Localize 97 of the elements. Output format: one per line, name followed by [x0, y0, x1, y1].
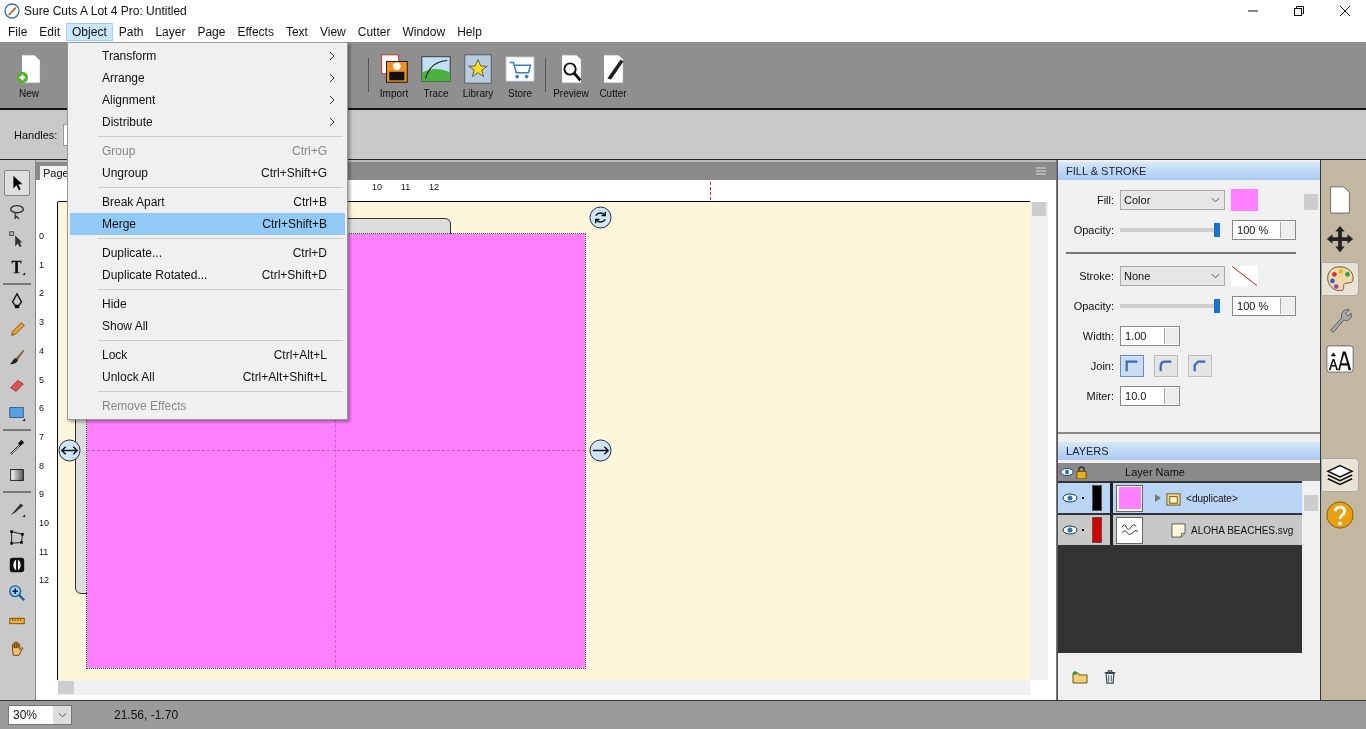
toolbar-button[interactable]: Preview	[550, 51, 592, 99]
horizontal-scrollbar[interactable]	[57, 680, 1030, 695]
chevron-down-icon	[1211, 273, 1221, 279]
menu-item[interactable]: Show All	[70, 315, 345, 337]
path-nodes-icon	[8, 528, 27, 546]
padlock-icon	[1076, 465, 1088, 479]
new-folder-icon[interactable]	[1072, 669, 1089, 684]
chevron-down-icon	[1211, 197, 1221, 203]
menu-item[interactable]: Text	[279, 23, 314, 41]
fill-color-swatch[interactable]	[1231, 189, 1259, 211]
menu-item[interactable]: Help	[451, 23, 488, 41]
lasso-icon	[8, 202, 27, 220]
menu-item[interactable]: Effects	[231, 23, 280, 41]
toolbar-button[interactable]: New	[8, 51, 50, 99]
opacity-label: Opacity:	[1072, 224, 1115, 236]
handles-label: Handles:	[14, 128, 58, 141]
eyedropper-icon	[8, 438, 27, 456]
menu-item[interactable]: Unlock All Ctrl+Alt+Shift+L	[70, 366, 345, 388]
menu-item[interactable]: Duplicate Rotated... Ctrl+Shift+D	[70, 264, 345, 286]
width-spinbox[interactable]: 1.00	[1120, 326, 1181, 346]
layer-name: ALOHA BEACHES.svg	[1191, 524, 1294, 536]
toolbar-button[interactable]: Library	[457, 51, 499, 99]
maximize-icon[interactable]	[1294, 6, 1304, 16]
panel-tab[interactable]	[1321, 458, 1360, 492]
panel-header: FILL & STROKE	[1058, 162, 1321, 180]
window-title: Sure Cuts A Lot 4 Pro: Untitled	[24, 4, 187, 18]
join-style-button[interactable]	[1120, 355, 1145, 377]
panel-header: LAYERS	[1058, 442, 1321, 460]
layer-thumbnail	[1116, 516, 1144, 544]
toolbar-button[interactable]: Store	[499, 51, 541, 99]
menu-item[interactable]: Transform	[70, 45, 345, 67]
pencil-icon	[8, 320, 27, 338]
opacity-label: Opacity:	[1072, 300, 1115, 312]
menu-item[interactable]: Object	[66, 23, 113, 41]
miter-label: Miter:	[1085, 390, 1115, 402]
join-style-button[interactable]	[1188, 355, 1213, 377]
column-header[interactable]: Layer Name	[1125, 466, 1185, 478]
toolbar-button[interactable]: Import	[373, 51, 415, 99]
library-icon	[461, 51, 495, 86]
toolbar-button[interactable]: Trace	[415, 51, 457, 99]
join-style-button[interactable]	[1154, 355, 1179, 377]
menu-item[interactable]: Distribute	[70, 111, 345, 133]
app-logo-icon	[4, 3, 20, 19]
menu-item[interactable]: Edit	[33, 23, 67, 41]
no-stroke-swatch[interactable]	[1231, 265, 1259, 287]
tool-button[interactable]	[4, 170, 31, 196]
toolbar-button[interactable]: Cutter	[592, 51, 634, 99]
group-icon	[1166, 490, 1182, 506]
gradient-icon	[8, 466, 27, 484]
menu-item[interactable]: Duplicate... Ctrl+D	[70, 242, 345, 264]
weld-icon	[8, 556, 27, 574]
layer-row[interactable]: <duplicate>	[1058, 483, 1303, 513]
zoom-icon	[8, 584, 27, 602]
fill-label: Fill:	[1095, 194, 1115, 206]
close-icon[interactable]	[1340, 6, 1350, 16]
help-icon	[1325, 500, 1356, 530]
guide-marker	[709, 182, 711, 200]
opacity-spinbox[interactable]: 100 %	[1232, 296, 1297, 316]
menu-item[interactable]: Path	[112, 23, 150, 41]
eye-icon[interactable]	[1062, 525, 1079, 535]
menu-item[interactable]: Window	[396, 23, 452, 41]
rotate-handle-icon[interactable]	[588, 206, 612, 229]
menu-item[interactable]: Hide	[70, 293, 345, 315]
fill-type-dropdown[interactable]: Color	[1120, 190, 1226, 210]
menu-item[interactable]: Lock Ctrl+Alt+L	[70, 344, 345, 366]
layer-thumbnail	[1116, 484, 1144, 512]
menu-item[interactable]: Layer	[149, 23, 192, 41]
expand-arrow-icon[interactable]	[1155, 494, 1162, 502]
menu-item[interactable]: Arrange	[70, 67, 345, 89]
menu-item[interactable]: Merge Ctrl+Shift+B	[70, 213, 345, 235]
menu-item[interactable]: View	[313, 23, 352, 41]
menu-item[interactable]: Alignment	[70, 89, 345, 111]
zoom-dropdown[interactable]: 30%	[8, 705, 72, 725]
layers-scrollbar[interactable]	[1302, 481, 1321, 653]
miter-spinbox[interactable]: 10.0	[1120, 386, 1181, 406]
move-icon	[1325, 224, 1356, 254]
menu-item[interactable]: Page	[191, 23, 232, 41]
layer-name: <duplicate>	[1186, 492, 1238, 504]
resize-handle-icon[interactable]	[588, 439, 612, 462]
layer-row[interactable]: ALOHA BEACHES.svg	[1058, 515, 1303, 545]
palette-icon	[1325, 264, 1356, 294]
menu-item[interactable]: Cutter	[351, 23, 397, 41]
width-label: Width:	[1081, 330, 1115, 342]
eye-icon[interactable]	[1062, 493, 1079, 503]
stroke-type-dropdown[interactable]: None	[1120, 266, 1226, 286]
brush-icon	[8, 348, 27, 366]
chevron-down-icon	[57, 712, 67, 718]
text-size-icon	[1325, 344, 1356, 374]
stroke-label: Stroke:	[1078, 270, 1115, 282]
cursor-coordinates: 21.56, -1.70	[114, 708, 179, 722]
menu-item[interactable]: File	[2, 23, 34, 41]
note-icon	[1171, 522, 1187, 538]
rectangle-icon	[8, 404, 27, 422]
resize-handle-icon[interactable]	[57, 439, 81, 462]
eye-icon	[1060, 467, 1075, 477]
join-label: Join:	[1089, 360, 1115, 372]
opacity-spinbox[interactable]: 100 %	[1232, 220, 1297, 240]
